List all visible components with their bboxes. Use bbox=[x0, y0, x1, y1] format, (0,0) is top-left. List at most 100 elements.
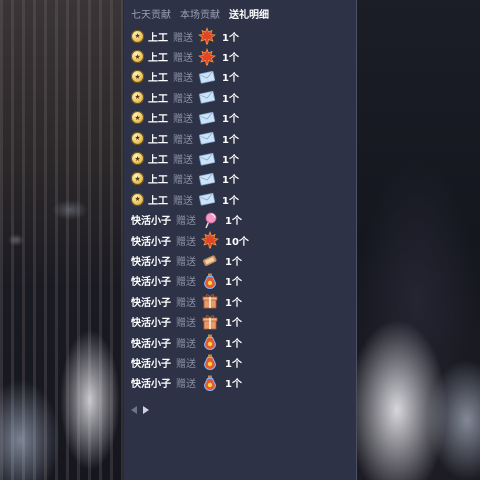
envelope-icon bbox=[198, 150, 216, 168]
tab-gift-details[interactable]: 送礼明细 bbox=[229, 6, 269, 22]
gift-list: ★ 上工 赠送 1个 ★ 上工 赠送 1个 ★ 上工 赠送 1个 ★ 上工 赠送 1个 ★ 上工 赠送 1个 ★ 上工 赠送… bbox=[131, 26, 353, 393]
gift-verb: 赠送 bbox=[173, 195, 193, 207]
sender-name[interactable]: 上工 bbox=[148, 29, 168, 44]
gift-count: 10个 bbox=[225, 236, 249, 248]
envelope-icon bbox=[198, 170, 216, 188]
gift-record-row: ★ 上工 赠送 1个 bbox=[131, 189, 353, 209]
gift-count: 1个 bbox=[225, 318, 242, 330]
sender-name[interactable]: 上工 bbox=[148, 171, 168, 186]
gift-count: 1个 bbox=[222, 114, 239, 126]
gift-count: 1个 bbox=[225, 216, 242, 228]
gift-record-row: ★ 上工 赠送 1个 bbox=[131, 46, 353, 66]
gift-record-row: 快活小子 赠送 1个 bbox=[131, 311, 353, 331]
gift-count: 1个 bbox=[222, 195, 239, 207]
sender-name[interactable]: 上工 bbox=[148, 151, 168, 166]
gift-count: 1个 bbox=[225, 379, 242, 391]
potion-icon bbox=[201, 374, 219, 392]
potion-icon bbox=[201, 272, 219, 290]
gift-verb: 赠送 bbox=[176, 318, 196, 330]
envelope-icon bbox=[198, 190, 216, 208]
gift-verb: 赠送 bbox=[176, 338, 196, 350]
gift-verb: 赠送 bbox=[173, 73, 193, 85]
gift-verb: 赠送 bbox=[176, 358, 196, 370]
gift-record-row: ★ 上工 赠送 1个 bbox=[131, 67, 353, 87]
gift-verb: 赠送 bbox=[173, 134, 193, 146]
gift-count: 1个 bbox=[225, 256, 242, 268]
sender-name[interactable]: 上工 bbox=[148, 110, 168, 125]
fan-badge-icon: ★ bbox=[131, 70, 144, 84]
tab-seven-day-contribution[interactable]: 七天贡献 bbox=[131, 6, 171, 22]
stream-background-right bbox=[357, 0, 480, 480]
stream-background-left bbox=[0, 0, 123, 480]
sender-name[interactable]: 快活小子 bbox=[131, 335, 171, 350]
envelope-icon bbox=[198, 88, 216, 106]
gift-record-row: ★ 上工 赠送 1个 bbox=[131, 128, 353, 148]
gift-record-row: 快活小子 赠送 1个 bbox=[131, 210, 353, 230]
gift-count: 1个 bbox=[225, 358, 242, 370]
gift-verb: 赠送 bbox=[176, 216, 196, 228]
gift-record-row: 快活小子 赠送 1个 bbox=[131, 271, 353, 291]
gift-count: 1个 bbox=[225, 277, 242, 289]
gift-record-row: 快活小子 赠送 1个 bbox=[131, 352, 353, 372]
sender-name[interactable]: 上工 bbox=[148, 131, 168, 146]
gift-record-row: ★ 上工 赠送 1个 bbox=[131, 108, 353, 128]
gift-verb: 赠送 bbox=[173, 32, 193, 44]
gift-count: 1个 bbox=[222, 32, 239, 44]
gift-verb: 赠送 bbox=[173, 93, 193, 105]
envelope-icon bbox=[198, 129, 216, 147]
gift-verb: 赠送 bbox=[173, 175, 193, 187]
sender-name[interactable]: 快活小子 bbox=[131, 355, 171, 370]
gift-verb: 赠送 bbox=[173, 114, 193, 126]
maple-leaf-icon bbox=[201, 231, 219, 249]
fan-badge-icon: ★ bbox=[131, 90, 144, 104]
gift-record-row: 快活小子 赠送 1个 bbox=[131, 332, 353, 352]
gift-count: 1个 bbox=[222, 155, 239, 167]
fan-badge-icon: ★ bbox=[131, 131, 144, 145]
gift-detail-panel: 七天贡献 本场贡献 送礼明细 ★ 上工 赠送 1个 ★ 上工 赠送 1个 ★ 上工 赠送 1个 ★ 上工赠… bbox=[123, 0, 357, 480]
pager bbox=[131, 406, 149, 414]
sender-name[interactable]: 快活小子 bbox=[131, 273, 171, 288]
gift-record-row: 快活小子 赠送 1个 bbox=[131, 291, 353, 311]
gift-record-row: ★ 上工 赠送 1个 bbox=[131, 87, 353, 107]
gift-verb: 赠送 bbox=[176, 256, 196, 268]
gift-count: 1个 bbox=[222, 93, 239, 105]
sender-name[interactable]: 上工 bbox=[148, 69, 168, 84]
fan-badge-icon: ★ bbox=[131, 192, 144, 206]
gift-count: 1个 bbox=[222, 134, 239, 146]
gift-verb: 赠送 bbox=[176, 277, 196, 289]
lollipop-icon bbox=[201, 211, 219, 229]
gift-verb: 赠送 bbox=[176, 379, 196, 391]
gift-count: 1个 bbox=[222, 175, 239, 187]
fan-badge-icon: ★ bbox=[131, 152, 144, 166]
tab-bar: 七天贡献 本场贡献 送礼明细 bbox=[131, 6, 269, 22]
gift-record-row: ★ 上工 赠送 1个 bbox=[131, 148, 353, 168]
sender-name[interactable]: 上工 bbox=[148, 192, 168, 207]
gift-record-row: 快活小子 赠送 10个 bbox=[131, 230, 353, 250]
gift-box-icon bbox=[201, 313, 219, 331]
envelope-icon bbox=[198, 109, 216, 127]
sender-name[interactable]: 快活小子 bbox=[131, 253, 171, 268]
gift-box-icon bbox=[201, 292, 219, 310]
gift-verb: 赠送 bbox=[173, 155, 193, 167]
gift-count: 1个 bbox=[225, 338, 242, 350]
next-page-icon[interactable] bbox=[143, 406, 149, 414]
sender-name[interactable]: 上工 bbox=[148, 49, 168, 64]
gift-count: 1个 bbox=[225, 297, 242, 309]
sender-name[interactable]: 快活小子 bbox=[131, 233, 171, 248]
gift-verb: 赠送 bbox=[176, 236, 196, 248]
tab-session-contribution[interactable]: 本场贡献 bbox=[180, 6, 220, 22]
fan-badge-icon: ★ bbox=[131, 50, 144, 64]
sender-name[interactable]: 快活小子 bbox=[131, 314, 171, 329]
sender-name[interactable]: 快活小子 bbox=[131, 212, 171, 227]
sender-name[interactable]: 快活小子 bbox=[131, 375, 171, 390]
maple-leaf-icon bbox=[198, 47, 216, 66]
prev-page-icon[interactable] bbox=[131, 406, 137, 414]
scroll-icon bbox=[201, 251, 219, 269]
sender-name[interactable]: 上工 bbox=[148, 90, 168, 105]
potion-icon bbox=[201, 333, 219, 351]
gift-record-row: ★ 上工 赠送 1个 bbox=[131, 26, 353, 46]
potion-icon bbox=[201, 353, 219, 371]
maple-leaf-icon bbox=[198, 27, 216, 45]
sender-name[interactable]: 快活小子 bbox=[131, 294, 171, 309]
gift-record-row: ★ 上工 赠送 1个 bbox=[131, 169, 353, 189]
